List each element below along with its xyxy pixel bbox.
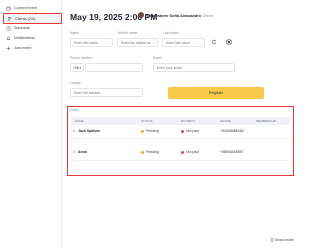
sidebar-item-label: Clients (2/6) — [15, 16, 36, 21]
refresh-icon[interactable] — [210, 38, 217, 45]
middle-name-field[interactable] — [117, 38, 158, 47]
bell-icon — [6, 36, 11, 41]
clock-icon — [6, 25, 11, 31]
column-header-membership: MEMBERSHIP — [256, 119, 277, 123]
trainer-role: Owner — [202, 13, 214, 18]
chevron-right-icon[interactable] — [72, 150, 76, 154]
column-header-name: NAME — [75, 119, 84, 123]
calendar-icon — [6, 6, 11, 11]
trainer-name: Yoga trainer Sofia Alessandro — [146, 13, 202, 18]
column-header-payment: PAYMENT — [181, 119, 196, 123]
last-name-label: Last name — [163, 31, 179, 35]
email-label: Email — [153, 56, 162, 60]
phone-prefix-select[interactable]: +38 ▾ — [70, 63, 84, 72]
name-label: Name — [70, 31, 80, 35]
people-icon — [7, 16, 12, 21]
column-header-status: STATUS — [141, 119, 153, 123]
payment-text: Not paid — [186, 150, 200, 154]
sidebar-item-current-event[interactable]: Current event — [3, 3, 61, 13]
payment-text: Not paid — [186, 129, 200, 133]
email-field[interactable] — [153, 63, 235, 72]
payment-badge: Not paid — [181, 150, 199, 154]
status-text: Pending — [146, 129, 159, 133]
row-divider — [71, 138, 290, 139]
loyalty-field[interactable] — [70, 88, 143, 97]
unpaid-dot-icon — [181, 150, 184, 154]
chevron-down-icon: ▾ — [79, 65, 82, 70]
client-phone: +38934415597 — [220, 150, 244, 154]
sidebar-item-label: Join event — [14, 46, 32, 50]
name-field[interactable] — [70, 38, 113, 47]
plus-icon — [6, 46, 11, 51]
client-name[interactable]: Jack Spillson — [78, 129, 100, 133]
sidebar-item-schedule[interactable]: Schedule — [3, 23, 61, 33]
sidebar: Current event Clients (2/6) Schedule Not… — [0, 0, 62, 248]
sidebar-item-label: Notifications — [14, 36, 35, 40]
client-name[interactable]: Anna — [78, 150, 87, 154]
sidebar-item-notifications[interactable]: Notifications — [3, 33, 61, 43]
status-badge: Pending — [141, 129, 159, 133]
sidebar-item-join-event[interactable]: Join event — [3, 43, 61, 53]
scan-icon[interactable] — [225, 38, 232, 45]
row-divider — [71, 160, 290, 161]
page-title: May 19, 2025 2:00 PM — [70, 12, 158, 22]
device-icon — [270, 238, 274, 242]
sidebar-item-label: Current event — [14, 6, 38, 10]
pending-dot-icon — [141, 150, 144, 154]
status-badge: Pending — [141, 150, 159, 154]
last-name-field[interactable] — [162, 38, 205, 47]
phone-prefix-value: +38 — [72, 65, 79, 70]
middle-name-label: Middle name — [118, 31, 138, 35]
register-button[interactable]: Register — [168, 87, 264, 99]
trainer-info: Yoga trainer Sofia Alessandro Owner — [146, 13, 214, 18]
clients-title: Clients — [69, 108, 79, 112]
client-phone: +31934484418 — [220, 129, 244, 133]
device-mode-toggle[interactable]: Device mode — [270, 238, 294, 242]
sidebar-item-label: Schedule — [14, 26, 30, 30]
chevron-right-icon[interactable] — [72, 129, 76, 133]
phone-label: Phone number — [70, 56, 93, 60]
loyalty-label: Loyalty — [70, 81, 81, 85]
column-header-phone: PHONE — [220, 119, 231, 123]
device-mode-label: Device mode — [275, 238, 294, 242]
avatar — [138, 12, 144, 18]
status-text: Pending — [146, 150, 159, 154]
phone-field[interactable] — [85, 63, 143, 72]
payment-badge: Not paid — [181, 129, 199, 133]
pending-dot-icon — [141, 129, 144, 133]
unpaid-dot-icon — [181, 129, 184, 133]
